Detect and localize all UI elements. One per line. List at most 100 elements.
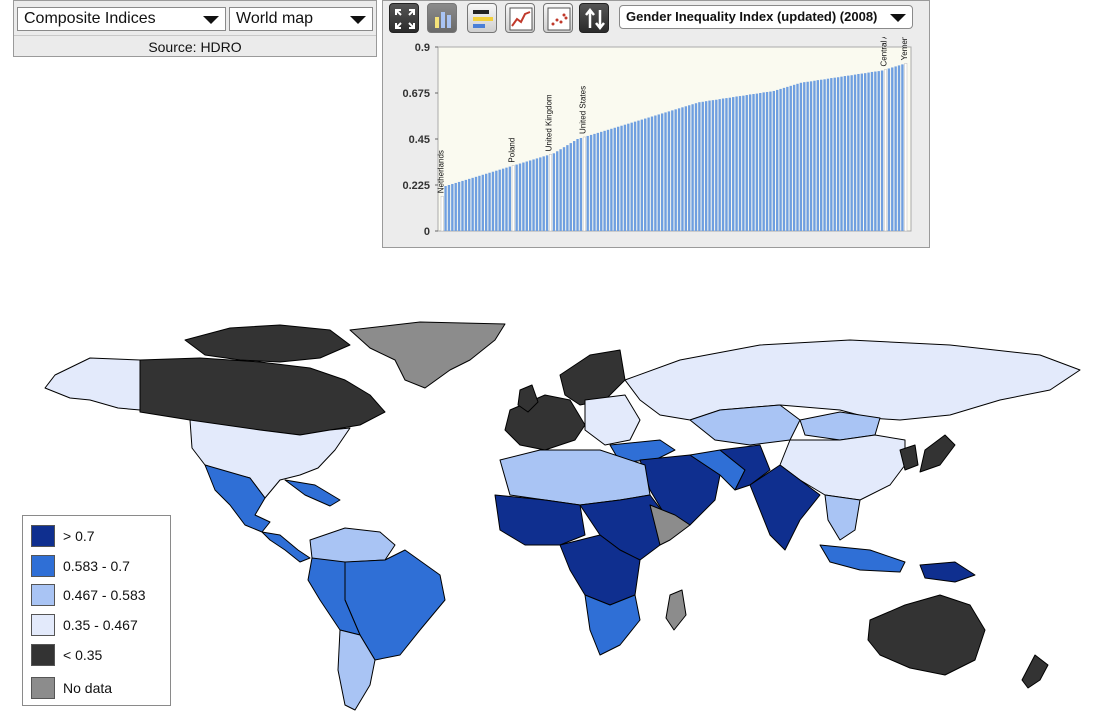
bar[interactable] <box>633 121 637 231</box>
bar[interactable] <box>843 76 847 231</box>
bar[interactable] <box>759 93 762 231</box>
category-select[interactable]: Composite Indices <box>17 7 226 31</box>
indicator-select[interactable]: Gender Inequality Index (updated) (2008) <box>619 5 913 29</box>
bar[interactable] <box>887 68 891 231</box>
bar[interactable] <box>556 151 559 231</box>
bar-chart-button[interactable] <box>427 3 457 33</box>
bar[interactable] <box>579 137 583 231</box>
bar[interactable] <box>901 64 904 231</box>
line-chart-button[interactable] <box>505 3 535 33</box>
bar[interactable] <box>789 85 792 231</box>
bar[interactable] <box>630 122 633 231</box>
view-select[interactable]: World map <box>229 7 373 31</box>
bar[interactable] <box>776 89 779 231</box>
bar[interactable] <box>820 79 823 231</box>
bar[interactable] <box>535 158 539 231</box>
bar[interactable] <box>701 101 704 232</box>
bar[interactable] <box>874 71 877 232</box>
bar[interactable] <box>440 195 444 232</box>
bar[interactable] <box>782 87 786 231</box>
bar[interactable] <box>877 71 880 231</box>
bar[interactable] <box>562 147 566 231</box>
bar[interactable] <box>542 156 545 231</box>
bar[interactable] <box>664 112 667 231</box>
bar[interactable] <box>715 99 718 231</box>
bar[interactable] <box>694 103 698 231</box>
bar[interactable] <box>491 171 495 231</box>
bar[interactable] <box>897 65 901 232</box>
bar[interactable] <box>779 88 782 232</box>
bar[interactable] <box>857 73 860 231</box>
bar[interactable] <box>518 163 522 231</box>
bar[interactable] <box>884 69 887 232</box>
bar[interactable] <box>870 71 874 231</box>
bar[interactable] <box>864 73 867 231</box>
bar[interactable] <box>826 78 830 231</box>
bar[interactable] <box>880 70 884 231</box>
bar[interactable] <box>457 181 461 231</box>
bar[interactable] <box>508 166 512 231</box>
bar[interactable] <box>816 80 819 231</box>
bar[interactable] <box>586 135 589 231</box>
bar[interactable] <box>671 110 674 231</box>
bar[interactable] <box>522 162 525 231</box>
bar[interactable] <box>461 180 464 231</box>
bar[interactable] <box>600 131 603 231</box>
bar[interactable] <box>721 98 725 231</box>
bar[interactable] <box>566 145 569 231</box>
bar[interactable] <box>799 82 803 232</box>
bar[interactable] <box>732 97 735 231</box>
bar[interactable] <box>809 81 813 231</box>
bar[interactable] <box>755 93 759 231</box>
bar[interactable] <box>582 136 586 232</box>
bar[interactable] <box>860 73 863 231</box>
bar[interactable] <box>481 174 484 231</box>
bar[interactable] <box>684 106 688 231</box>
bar[interactable] <box>484 173 488 231</box>
bar[interactable] <box>738 96 742 231</box>
bar[interactable] <box>904 63 908 232</box>
bar[interactable] <box>711 100 715 232</box>
bar[interactable] <box>847 75 850 231</box>
bar[interactable] <box>528 160 532 231</box>
bar[interactable] <box>488 172 491 231</box>
bar[interactable] <box>515 164 518 231</box>
bar[interactable] <box>444 186 447 231</box>
bar[interactable] <box>616 126 620 231</box>
bar[interactable] <box>894 66 897 231</box>
bar[interactable] <box>447 185 451 231</box>
bar[interactable] <box>623 124 627 231</box>
bar[interactable] <box>891 67 894 231</box>
bar[interactable] <box>853 74 857 231</box>
bar[interactable] <box>627 123 630 231</box>
bar[interactable] <box>840 76 843 231</box>
bar[interactable] <box>559 149 562 231</box>
bar[interactable] <box>742 95 745 231</box>
bar[interactable] <box>691 104 694 231</box>
bar[interactable] <box>657 114 660 231</box>
bar[interactable] <box>748 94 752 231</box>
bar[interactable] <box>454 182 457 231</box>
bar[interactable] <box>796 83 799 231</box>
bar[interactable] <box>792 84 796 231</box>
bar[interactable] <box>677 108 681 231</box>
bar[interactable] <box>545 155 549 231</box>
bar[interactable] <box>728 97 732 231</box>
bar[interactable] <box>735 96 738 231</box>
bar[interactable] <box>667 111 671 231</box>
bar[interactable] <box>836 77 840 231</box>
bar[interactable] <box>606 129 610 231</box>
fullscreen-button[interactable] <box>389 3 419 33</box>
bar[interactable] <box>765 91 769 231</box>
bar[interactable] <box>637 120 640 231</box>
bar[interactable] <box>813 80 816 231</box>
bar[interactable] <box>640 119 644 231</box>
bar[interactable] <box>511 165 515 232</box>
bar[interactable] <box>596 132 600 231</box>
bar[interactable] <box>830 78 833 231</box>
bar[interactable] <box>539 157 542 231</box>
bar[interactable] <box>620 125 623 231</box>
bar[interactable] <box>762 92 765 232</box>
bar[interactable] <box>745 95 748 231</box>
bar[interactable] <box>474 176 478 231</box>
